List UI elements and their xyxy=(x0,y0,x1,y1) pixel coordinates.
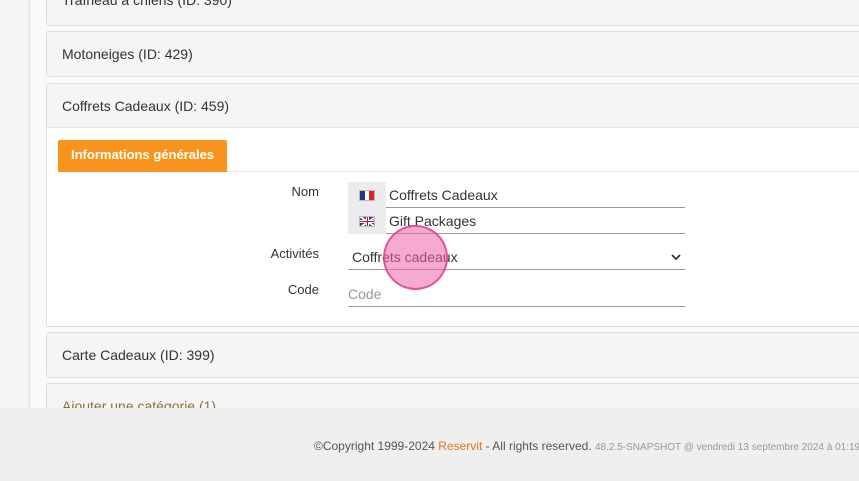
main-content: Traîneau à chiens (ID: 390) Motoneiges (… xyxy=(31,0,859,408)
category-panel-traineau[interactable]: Traîneau à chiens (ID: 390) xyxy=(46,0,859,26)
tab-informations-generales[interactable]: Informations générales xyxy=(58,140,228,172)
category-title-traineau[interactable]: Traîneau à chiens (ID: 390) xyxy=(47,0,859,25)
flag-fr-box xyxy=(348,182,386,208)
category-title-coffrets[interactable]: Coffrets Cadeaux (ID: 459) xyxy=(47,84,859,128)
category-panel-motoneiges[interactable]: Motoneiges (ID: 429) xyxy=(46,31,859,77)
rights-text: - All rights reserved. xyxy=(482,439,595,453)
category-panel-coffrets: Coffrets Cadeaux (ID: 459) Informations … xyxy=(46,83,859,327)
add-category-panel[interactable]: Ajouter une catégorie (1) xyxy=(46,383,859,408)
code-label: Code xyxy=(287,282,319,297)
category-panel-carte[interactable]: Carte Cadeaux (ID: 399) xyxy=(46,332,859,378)
activites-label: Activités xyxy=(270,246,319,261)
left-sidebar xyxy=(0,0,30,408)
activites-select[interactable]: Coffrets cadeaux xyxy=(348,244,685,270)
flag-en-box xyxy=(348,208,386,234)
category-title-carte[interactable]: Carte Cadeaux (ID: 399) xyxy=(47,333,859,377)
activites-selected-value: Coffrets cadeaux xyxy=(352,249,458,265)
nom-label: Nom xyxy=(291,184,319,199)
add-category-link[interactable]: Ajouter une catégorie (1) xyxy=(47,384,859,408)
nom-en-row xyxy=(348,208,685,234)
france-flag-icon xyxy=(359,189,375,201)
chevron-down-icon xyxy=(671,254,681,261)
category-title-motoneiges[interactable]: Motoneiges (ID: 429) xyxy=(47,32,859,76)
nom-fr-row xyxy=(348,182,685,208)
uk-flag-icon xyxy=(359,215,375,227)
reservit-link[interactable]: Reservit xyxy=(438,439,482,453)
version-text: 48.2.5-SNAPSHOT @ vendredi 13 septembre … xyxy=(595,442,859,453)
footer: ©Copyright 1999-2024 Reservit - All righ… xyxy=(0,408,859,481)
tab-bar: Informations générales xyxy=(58,140,859,172)
nom-en-input[interactable] xyxy=(389,211,683,231)
footer-text: ©Copyright 1999-2024 Reservit - All righ… xyxy=(314,439,859,453)
code-field xyxy=(348,281,685,307)
nom-fr-input[interactable] xyxy=(389,185,683,205)
copyright-text: ©Copyright 1999-2024 xyxy=(314,439,439,453)
code-input[interactable] xyxy=(348,284,683,304)
